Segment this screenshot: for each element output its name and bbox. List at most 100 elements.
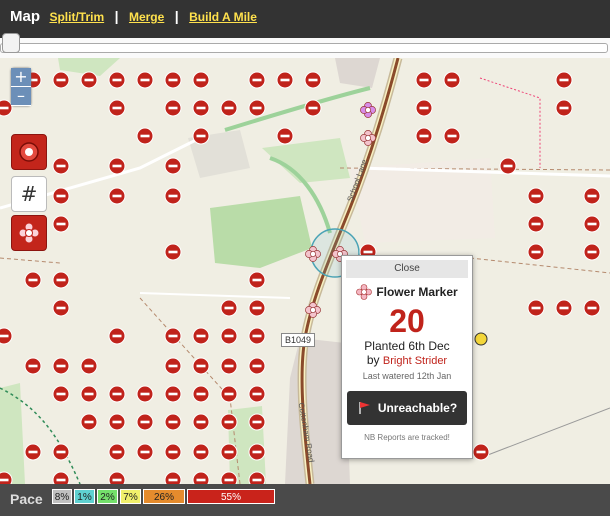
blocked-marker-icon[interactable] xyxy=(192,413,210,431)
blocked-marker-icon[interactable] xyxy=(527,243,545,261)
blocked-marker-icon[interactable] xyxy=(80,357,98,375)
build-a-mile-link[interactable]: Build A Mile xyxy=(189,10,257,24)
map-canvas[interactable]: B1049 School Lane Cottenham Road + – # xyxy=(0,58,610,484)
blocked-marker-icon[interactable] xyxy=(583,243,601,261)
blocked-marker-icon[interactable] xyxy=(52,271,70,289)
blocked-marker-icon[interactable] xyxy=(220,327,238,345)
blocked-marker-icon[interactable] xyxy=(164,471,182,484)
blocked-marker-icon[interactable] xyxy=(248,443,266,461)
grid-tool-button[interactable]: # xyxy=(11,176,47,212)
blocked-marker-icon[interactable] xyxy=(108,471,126,484)
blocked-marker-icon[interactable] xyxy=(192,99,210,117)
blocked-marker-icon[interactable] xyxy=(108,385,126,403)
blocked-marker-icon[interactable] xyxy=(304,71,322,89)
blocked-marker-icon[interactable] xyxy=(80,385,98,403)
blocked-marker-icon[interactable] xyxy=(220,413,238,431)
timeline-slider[interactable] xyxy=(0,38,610,58)
blocked-marker-icon[interactable] xyxy=(472,443,490,461)
blocked-marker-icon[interactable] xyxy=(52,357,70,375)
zoom-in-button[interactable]: + xyxy=(11,68,31,87)
split-trim-link[interactable]: Split/Trim xyxy=(49,10,104,24)
blocked-marker-icon[interactable] xyxy=(24,271,42,289)
blocked-marker-icon[interactable] xyxy=(108,71,126,89)
blocked-marker-icon[interactable] xyxy=(276,71,294,89)
blocked-marker-icon[interactable] xyxy=(24,357,42,375)
blocked-marker-icon[interactable] xyxy=(248,271,266,289)
blocked-marker-icon[interactable] xyxy=(164,357,182,375)
blocked-marker-icon[interactable] xyxy=(276,127,294,145)
flower-tool-button[interactable] xyxy=(11,215,47,251)
blocked-marker-icon[interactable] xyxy=(164,187,182,205)
blocked-marker-icon[interactable] xyxy=(108,413,126,431)
blocked-marker-icon[interactable] xyxy=(220,471,238,484)
blocked-marker-icon[interactable] xyxy=(304,99,322,117)
blocked-marker-icon[interactable] xyxy=(555,71,573,89)
blocked-marker-icon[interactable] xyxy=(108,443,126,461)
blocked-marker-icon[interactable] xyxy=(52,71,70,89)
blocked-marker-icon[interactable] xyxy=(164,157,182,175)
blocked-marker-icon[interactable] xyxy=(192,443,210,461)
blocked-marker-icon[interactable] xyxy=(248,71,266,89)
blocked-marker-icon[interactable] xyxy=(52,299,70,317)
unreachable-button[interactable]: Unreachable? xyxy=(347,391,467,425)
merge-link[interactable]: Merge xyxy=(129,10,164,24)
blocked-marker-icon[interactable] xyxy=(555,299,573,317)
blocked-marker-icon[interactable] xyxy=(248,385,266,403)
blocked-marker-icon[interactable] xyxy=(52,157,70,175)
blocked-marker-icon[interactable] xyxy=(220,299,238,317)
blocked-marker-icon[interactable] xyxy=(248,299,266,317)
blocked-marker-icon[interactable] xyxy=(220,443,238,461)
blocked-marker-icon[interactable] xyxy=(248,357,266,375)
blocked-marker-icon[interactable] xyxy=(108,187,126,205)
flower-marker-icon[interactable] xyxy=(305,302,321,318)
blocked-marker-icon[interactable] xyxy=(192,385,210,403)
blocked-marker-icon[interactable] xyxy=(192,71,210,89)
blocked-marker-icon[interactable] xyxy=(136,71,154,89)
blocked-marker-icon[interactable] xyxy=(52,443,70,461)
blocked-marker-icon[interactable] xyxy=(192,327,210,345)
blocked-marker-icon[interactable] xyxy=(220,357,238,375)
blocked-marker-icon[interactable] xyxy=(52,187,70,205)
blocked-marker-icon[interactable] xyxy=(583,187,601,205)
blocked-marker-icon[interactable] xyxy=(527,299,545,317)
blocked-marker-icon[interactable] xyxy=(136,127,154,145)
flower-marker-icon[interactable] xyxy=(305,246,321,262)
blocked-marker-icon[interactable] xyxy=(164,71,182,89)
slider-track[interactable] xyxy=(0,43,608,53)
blocked-marker-icon[interactable] xyxy=(164,99,182,117)
blocked-marker-icon[interactable] xyxy=(415,127,433,145)
blocked-marker-icon[interactable] xyxy=(164,243,182,261)
blocked-marker-icon[interactable] xyxy=(24,443,42,461)
blocked-marker-icon[interactable] xyxy=(164,413,182,431)
blocked-marker-icon[interactable] xyxy=(415,71,433,89)
blocked-marker-icon[interactable] xyxy=(192,127,210,145)
popup-close-button[interactable]: Close xyxy=(346,260,468,278)
flower-marker-icon[interactable] xyxy=(360,102,376,118)
blocked-marker-icon[interactable] xyxy=(108,99,126,117)
blocked-marker-icon[interactable] xyxy=(248,413,266,431)
blocked-marker-icon[interactable] xyxy=(80,413,98,431)
slider-handle[interactable] xyxy=(2,33,20,53)
blocked-marker-icon[interactable] xyxy=(583,215,601,233)
blocked-marker-icon[interactable] xyxy=(136,413,154,431)
blocked-marker-icon[interactable] xyxy=(52,215,70,233)
blocked-marker-icon[interactable] xyxy=(220,385,238,403)
blocked-marker-icon[interactable] xyxy=(415,99,433,117)
blocked-marker-icon[interactable] xyxy=(248,327,266,345)
blocked-marker-icon[interactable] xyxy=(527,187,545,205)
blocked-marker-icon[interactable] xyxy=(527,215,545,233)
blocked-marker-icon[interactable] xyxy=(136,385,154,403)
blocked-marker-icon[interactable] xyxy=(499,157,517,175)
blocked-marker-icon[interactable] xyxy=(443,127,461,145)
flower-marker-icon[interactable] xyxy=(360,130,376,146)
blocked-marker-icon[interactable] xyxy=(164,327,182,345)
blocked-marker-icon[interactable] xyxy=(108,327,126,345)
blocked-marker-icon[interactable] xyxy=(192,357,210,375)
blocked-marker-icon[interactable] xyxy=(108,157,126,175)
marker-tool-button[interactable] xyxy=(11,134,47,170)
blocked-marker-icon[interactable] xyxy=(0,471,13,484)
blocked-marker-icon[interactable] xyxy=(220,99,238,117)
blocked-marker-icon[interactable] xyxy=(248,471,266,484)
blocked-marker-icon[interactable] xyxy=(0,327,13,345)
blocked-marker-icon[interactable] xyxy=(136,443,154,461)
